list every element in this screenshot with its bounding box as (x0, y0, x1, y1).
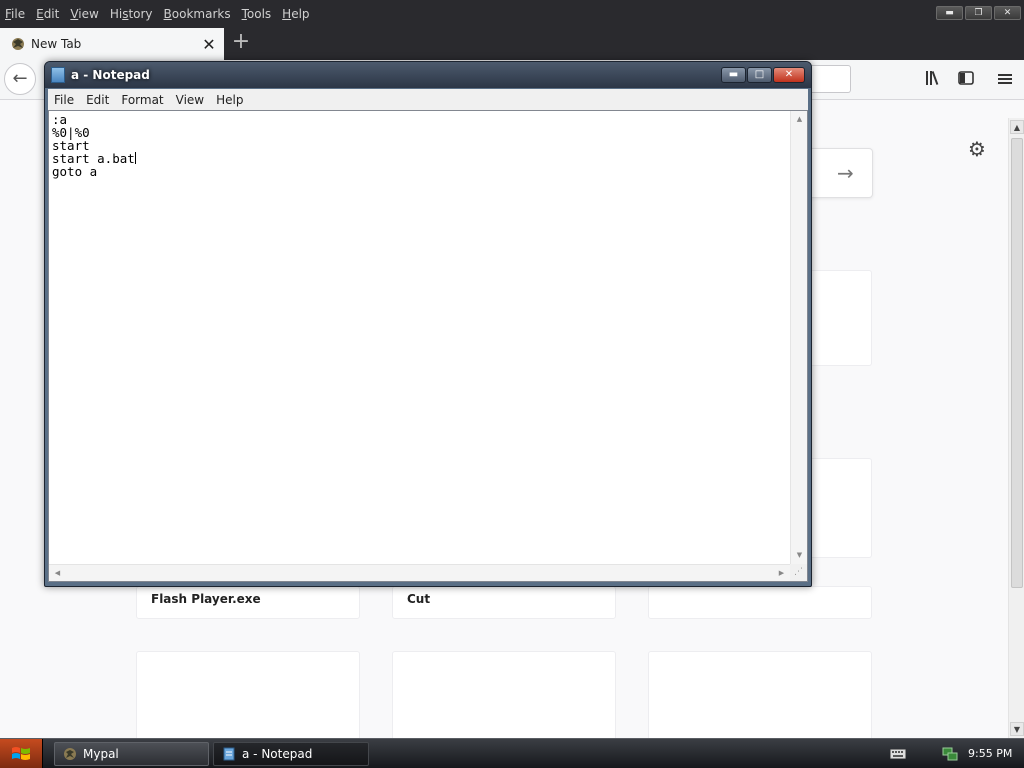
scroll-left-icon[interactable]: ◀ (50, 566, 65, 581)
text-line: goto a (52, 164, 98, 179)
scroll-down-icon[interactable]: ▼ (1010, 722, 1024, 736)
scroll-up-icon[interactable]: ▲ (792, 112, 807, 127)
back-button[interactable]: ← (4, 63, 36, 95)
network-icon[interactable] (942, 746, 958, 765)
hamburger-menu-icon[interactable] (995, 70, 1015, 90)
notepad-title: a - Notepad (71, 68, 150, 82)
highlight-tile[interactable] (648, 651, 872, 741)
tab-strip: New Tab ✕ + (0, 28, 1024, 60)
notepad-window: a - Notepad ▬ □ ✕ File Edit Format View … (44, 61, 812, 587)
text-line-with-caret: start a.bat (52, 152, 789, 165)
scroll-thumb[interactable] (1011, 138, 1023, 588)
notepad-icon (51, 67, 65, 83)
notepad-menu-format[interactable]: Format (115, 93, 169, 107)
mypal-icon (64, 748, 76, 760)
menu-bookmarks[interactable]: Bookmarks (159, 5, 237, 23)
notepad-titlebar[interactable]: a - Notepad (45, 62, 811, 88)
notepad-menu-help[interactable]: Help (210, 93, 249, 107)
top-site-tile[interactable] (805, 458, 872, 558)
text-line: %0|%0 (52, 125, 90, 140)
notepad-horizontal-scrollbar[interactable]: ◀ ▶ (49, 564, 790, 581)
firefox-icon (12, 38, 24, 50)
start-button[interactable] (0, 739, 43, 768)
search-go-arrow-icon[interactable]: → (837, 161, 854, 185)
notepad-menu-file[interactable]: File (48, 93, 80, 107)
tab-new-tab[interactable]: New Tab ✕ (0, 28, 224, 60)
browser-minimize-button[interactable]: ▬ (936, 6, 963, 20)
scroll-down-icon[interactable]: ▼ (792, 548, 807, 563)
notepad-text[interactable]: :a %0|%0 start start a.bat goto a (52, 113, 789, 561)
tab-label: New Tab (31, 37, 82, 51)
notepad-menu-edit[interactable]: Edit (80, 93, 115, 107)
menu-file[interactable]: File (0, 5, 31, 23)
taskbar-button-label: Mypal (83, 747, 119, 761)
tile-caption: Cut (407, 592, 431, 606)
menu-edit[interactable]: Edit (31, 5, 65, 23)
highlight-tile[interactable] (136, 651, 360, 741)
notepad-icon (223, 747, 235, 761)
taskbar-button-notepad[interactable]: a - Notepad (213, 742, 369, 766)
web-search-box[interactable]: → (805, 148, 873, 198)
top-site-tile[interactable] (805, 270, 872, 366)
highlight-tile[interactable] (648, 586, 872, 619)
page-scrollbar[interactable]: ▲ ▼ (1008, 118, 1024, 738)
scroll-right-icon[interactable]: ▶ (774, 566, 789, 581)
highlight-tile-flash-player[interactable]: Flash Player.exe (136, 586, 360, 619)
tile-caption: Flash Player.exe (151, 592, 261, 606)
menu-view[interactable]: View (65, 5, 104, 23)
library-icon[interactable] (924, 70, 944, 90)
windows-logo-icon (12, 747, 30, 760)
notepad-maximize-button[interactable]: □ (747, 67, 772, 83)
clock[interactable]: 9:55 PM (968, 747, 1012, 760)
notepad-minimize-button[interactable]: ▬ (721, 67, 746, 83)
menu-tools[interactable]: Tools (237, 5, 278, 23)
taskbar-button-label: a - Notepad (242, 747, 313, 761)
highlight-tile[interactable] (392, 651, 616, 741)
notepad-vertical-scrollbar[interactable]: ▲ ▼ (790, 111, 807, 564)
gear-icon[interactable]: ⚙ (966, 138, 988, 160)
taskbar: Mypal a - Notepad 9:55 PM (0, 738, 1024, 768)
notepad-menubar: File Edit Format View Help (48, 89, 808, 110)
scroll-up-icon[interactable]: ▲ (1010, 120, 1024, 134)
browser-restore-button[interactable]: ❐ (965, 6, 992, 20)
text-caret (134, 152, 136, 164)
menu-history[interactable]: History (105, 5, 159, 23)
resize-grip-icon[interactable]: ⋰ (790, 564, 807, 581)
tab-close-icon[interactable]: ✕ (198, 35, 220, 54)
text-line: start (52, 138, 90, 153)
highlight-tile-cut[interactable]: Cut (392, 586, 616, 619)
menu-help[interactable]: Help (277, 5, 315, 23)
text-line: :a (52, 112, 68, 127)
taskbar-button-mypal[interactable]: Mypal (54, 742, 209, 766)
browser-menubar: File Edit View History Bookmarks Tools H… (0, 0, 1024, 28)
keyboard-icon[interactable] (890, 748, 906, 763)
notepad-edit-area[interactable]: :a %0|%0 start start a.bat goto a ▲ ▼ ◀ ▶ ⋰ (48, 110, 808, 582)
browser-close-button[interactable]: ✕ (994, 6, 1021, 20)
sidebar-icon[interactable] (956, 70, 976, 90)
browser-window-controls: ▬ ❐ ✕ (936, 6, 1021, 20)
notepad-close-button[interactable]: ✕ (773, 67, 805, 83)
notepad-menu-view[interactable]: View (170, 93, 210, 107)
new-tab-button[interactable]: + (229, 30, 253, 54)
